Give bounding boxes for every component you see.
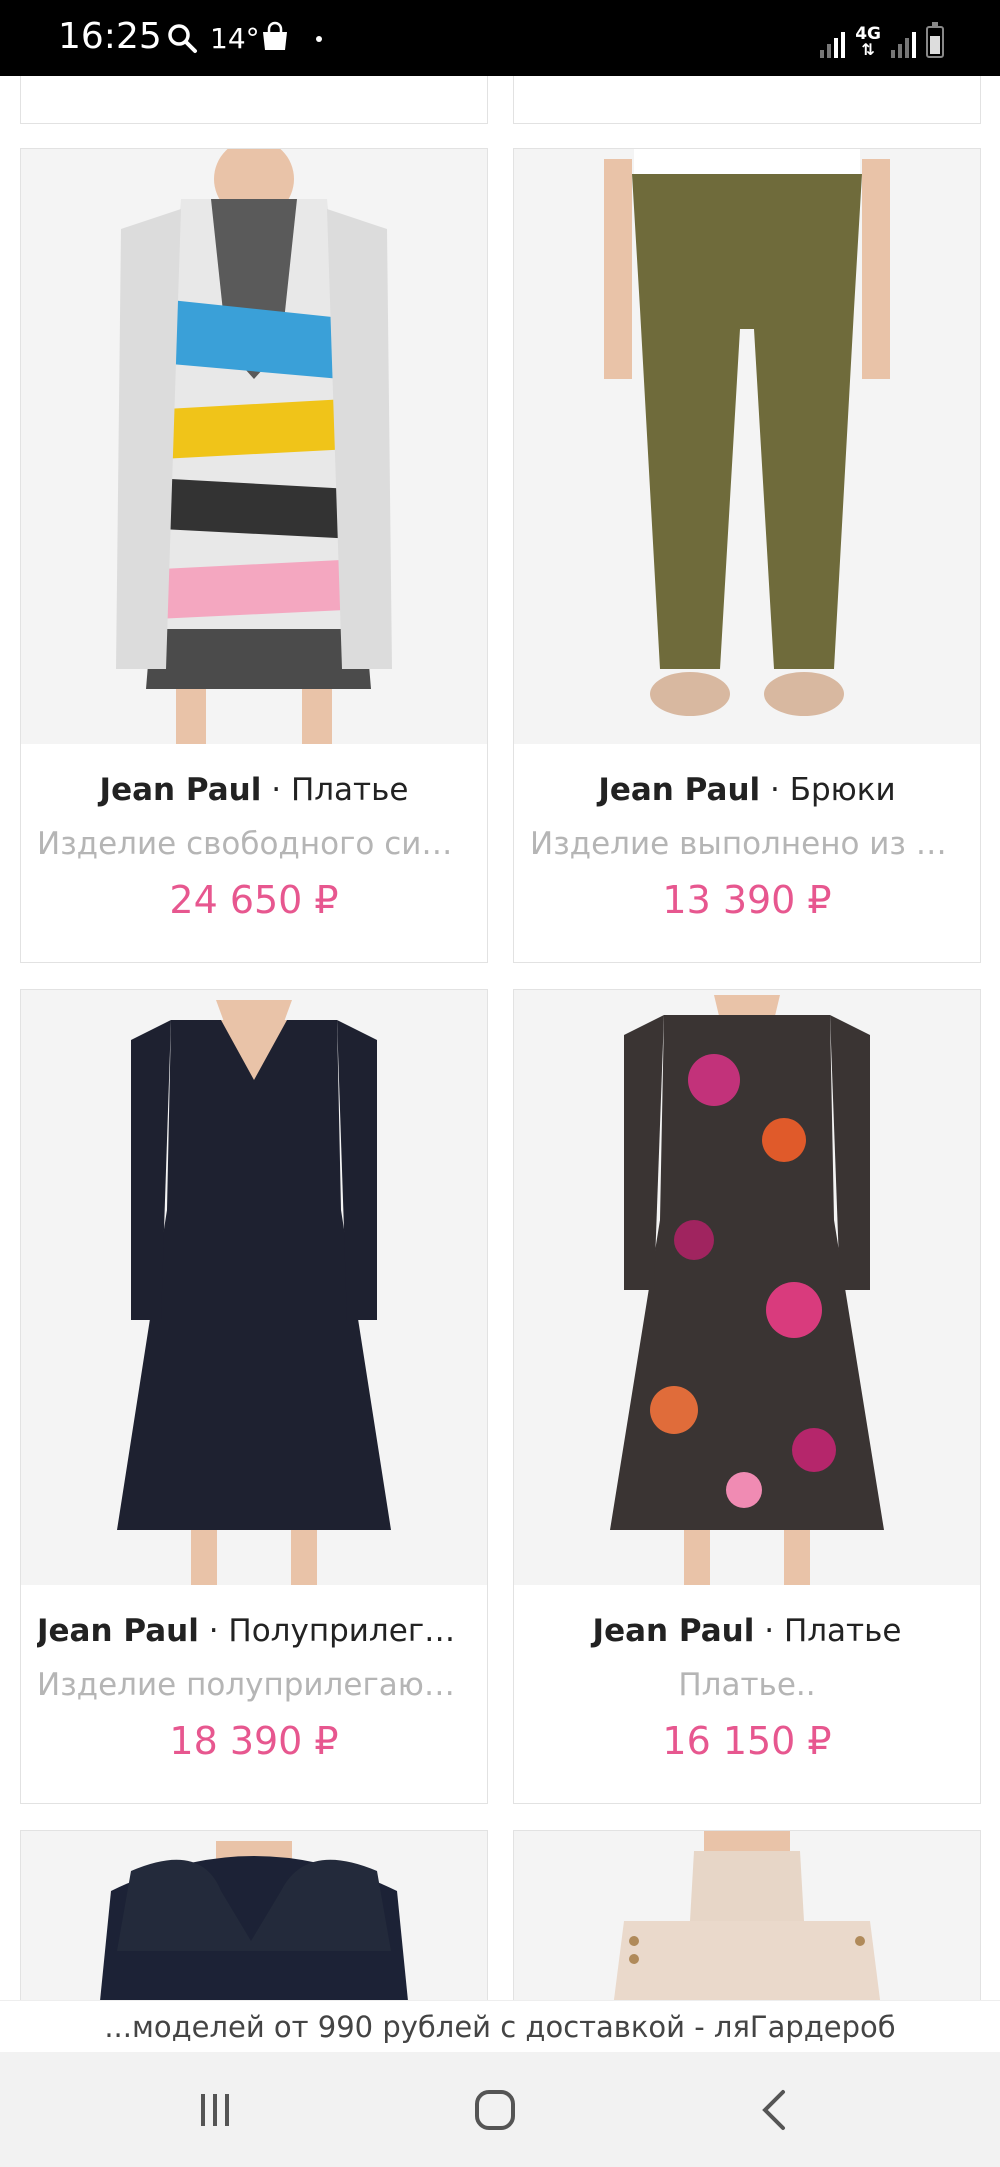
product-brand: Jean Paul [598, 772, 761, 808]
status-temperature: 14° [210, 22, 260, 55]
page-title-bar[interactable]: ...моделей от 990 рублей с доставкой - л… [0, 2000, 1000, 2052]
title-separator: · [261, 772, 291, 808]
product-description: Изделие выполнено из тонкой ткани [530, 826, 964, 862]
olive-trousers-photo-icon [514, 149, 980, 744]
search-icon [168, 24, 197, 53]
product-photo[interactable] [21, 149, 487, 744]
product-type: Платье [290, 772, 409, 808]
signal-icon-2 [891, 26, 916, 58]
recent-apps-icon[interactable] [185, 2080, 245, 2140]
product-title[interactable]: Jean Paul · Платье [530, 1613, 964, 1649]
battery-icon [926, 22, 944, 58]
product-type: Платье [783, 1613, 902, 1649]
fur-coat-photo-icon [21, 1831, 487, 2000]
previous-card-stub[interactable] [20, 76, 488, 124]
product-info: Jean Paul · Полуприлегающее платье Издел… [21, 1585, 487, 1803]
product-card[interactable]: Jean Paul · Брюки Изделие выполнено из т… [513, 148, 981, 963]
previous-card-stub[interactable] [513, 76, 981, 124]
beige-sweater-photo-icon [514, 1831, 980, 2000]
product-info: Jean Paul · Брюки Изделие выполнено из т… [514, 744, 980, 962]
status-indicators: 4G ⇅ [820, 18, 944, 58]
product-description: Платье.. [678, 1667, 816, 1703]
product-card[interactable]: Jean Paul · Полуприлегающее платье Издел… [20, 989, 488, 1804]
product-info: Jean Paul · Платье Платье.. 16 150 ₽ [514, 1585, 980, 1803]
product-card[interactable]: Jean Paul · Платье Изделие свободного си… [20, 148, 488, 963]
product-price: 24 650 ₽ [169, 878, 339, 922]
product-price: 16 150 ₽ [662, 1719, 832, 1763]
product-photo[interactable] [21, 1831, 487, 2000]
network-type: 4G ⇅ [855, 24, 881, 59]
floral-print-dress-photo-icon [21, 149, 487, 744]
product-photo[interactable] [514, 990, 980, 1585]
product-card[interactable]: Jean Paul · Платье Платье.. 16 150 ₽ [513, 989, 981, 1804]
dark-floral-dress-photo-icon [514, 990, 980, 1585]
product-price: 13 390 ₽ [662, 878, 832, 922]
product-type: Полуприлегающее платье [228, 1613, 471, 1649]
product-title[interactable]: Jean Paul · Платье [37, 772, 471, 808]
shopping-bag-icon [263, 21, 287, 50]
product-brand: Jean Paul [592, 1613, 755, 1649]
notification-dot-icon [316, 36, 322, 42]
product-brand: Jean Paul [37, 1613, 199, 1649]
product-info: Jean Paul · Платье Изделие свободного си… [21, 744, 487, 962]
product-photo[interactable] [514, 1831, 980, 2000]
product-description: Изделие свободного силуэта [37, 826, 471, 862]
status-bar: 16:25 14° 4G ⇅ [0, 0, 1000, 76]
product-photo[interactable] [21, 990, 487, 1585]
product-price: 18 390 ₽ [169, 1719, 339, 1763]
product-title[interactable]: Jean Paul · Брюки [530, 772, 964, 808]
product-title[interactable]: Jean Paul · Полуприлегающее платье [37, 1613, 471, 1649]
product-description: Изделие полуприлегающего силуэта [37, 1667, 471, 1703]
product-card-partial[interactable] [513, 1830, 981, 2000]
title-separator: · [754, 1613, 784, 1649]
product-type: Брюки [789, 772, 896, 808]
product-photo[interactable] [514, 149, 980, 744]
title-separator: · [198, 1613, 229, 1649]
status-time: 16:25 [58, 16, 162, 57]
product-grid[interactable]: Jean Paul · Платье Изделие свободного си… [0, 76, 1000, 2000]
product-card-partial[interactable] [20, 1830, 488, 2000]
product-brand: Jean Paul [99, 772, 262, 808]
system-navigation-bar [0, 2052, 1000, 2167]
signal-icon [820, 26, 846, 58]
black-dress-photo-icon [21, 990, 487, 1585]
title-separator: · [760, 772, 790, 808]
home-icon[interactable] [465, 2080, 525, 2140]
back-icon[interactable] [745, 2080, 805, 2140]
